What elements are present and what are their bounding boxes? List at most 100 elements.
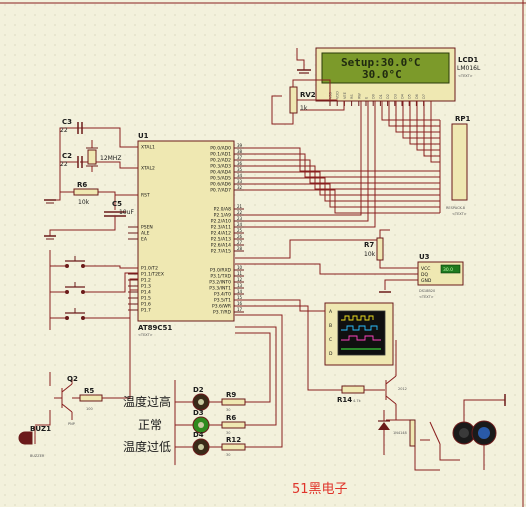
button-1[interactable] <box>65 256 85 268</box>
mcu-left-pin-label: PSEN <box>141 225 153 231</box>
led-ref: D3 <box>193 409 204 417</box>
mcu-right-pin-label: P3.0/RXD <box>210 268 232 274</box>
mcu-left-pin-label: ALE <box>141 231 150 237</box>
indicator-leds[interactable]: D2R930温度过高D3R630正常D4R1230温度过低 <box>123 314 283 465</box>
scope-ch-d: D <box>329 351 333 357</box>
mcu-pin-number: 28 <box>237 246 243 251</box>
mcu-left-pin-label: RST <box>141 193 150 199</box>
lcd-module[interactable]: Setup:30.0°C 30.0°C LCD1 LM016L <TEXT> V… <box>315 47 481 106</box>
r7-value: 10k <box>364 251 376 258</box>
mcu-pin-number: 12 <box>237 277 243 282</box>
led-ref: D2 <box>193 386 204 394</box>
mcu-text-tag: <TEXT> <box>138 333 153 337</box>
r14-ref: R14 <box>337 396 352 404</box>
mcu-pin-number: 14 <box>237 289 243 294</box>
c3-value: 22 <box>60 127 68 134</box>
q2-model: PNP <box>68 422 75 426</box>
mcu-right-pin-label: P3.6/WR <box>212 304 231 310</box>
mcu-right-pin-label: P2.4/A12 <box>211 231 231 237</box>
mcu-pin-number: 22 <box>237 210 243 215</box>
mcu-at89c51[interactable]: U1 AT89C51 <TEXT> XTAL1 XTAL2 RST PSENALEEA… <box>128 132 244 337</box>
led-indicator-1[interactable]: D2 R9 30 温度过高 <box>123 386 246 412</box>
mcu-pin-number: 35 <box>237 167 243 172</box>
buzzer-driver[interactable]: Q2 PNP R5 100 BUZ1 BUZZER <box>18 289 138 458</box>
lcd-pin-label: D1 <box>379 94 383 99</box>
r6-reset-value: 10k <box>78 199 90 206</box>
mcu-left-pin-label: P1.1/T2EX <box>141 272 164 278</box>
mcu-right-pin-label: P2.0/A8 <box>214 207 231 213</box>
c3-ref: C3 <box>62 118 72 126</box>
rp1-resistor-pack[interactable]: RP1 RESPACK-8 <TEXT> <box>446 115 471 216</box>
mcu-right-pin-label: P3.4/T0 <box>214 292 231 298</box>
u3-pin-dq: DQ <box>421 272 428 278</box>
u3-pin-gnd: GND <box>421 278 432 284</box>
rp1-text-tag: <TEXT> <box>452 212 467 216</box>
led-label: 温度过高 <box>123 394 171 409</box>
lcd-pin-label: D7 <box>422 94 426 99</box>
button-3[interactable] <box>65 308 85 320</box>
lcd-pin-label: D4 <box>401 93 405 99</box>
led-resistor-value: 30 <box>226 408 230 412</box>
mcu-right-pin-label: P3.1/TXD <box>210 274 231 280</box>
mcu-pin-number: 27 <box>237 240 243 245</box>
rp1-ref: RP1 <box>455 115 471 123</box>
lcd-pin-label: VEE <box>343 92 347 99</box>
led-lens <box>198 399 204 405</box>
lcd-text-tag: <TEXT> <box>458 74 473 78</box>
crystal-value: 12MHZ <box>100 155 121 162</box>
sensor-display: 30.0 <box>443 267 453 273</box>
lcd-pin-label: D3 <box>393 94 397 99</box>
push-buttons[interactable] <box>49 250 138 330</box>
scope-ch-b: B <box>329 323 332 329</box>
mcu-right-pin-label: P2.1/A9 <box>214 213 231 219</box>
mcu-left-pin-label: P1.2 <box>141 278 151 284</box>
mcu-pin-number: 15 <box>237 295 243 300</box>
mcu-pin-number: 38 <box>237 149 243 154</box>
mcu-right-pin-label: P3.5/T1 <box>214 298 231 304</box>
mcu-pin-number: 34 <box>237 173 243 178</box>
mcu-pin-number: 32 <box>237 185 243 190</box>
u3-pin-vcc: VCC <box>421 266 430 272</box>
r5-ref: R5 <box>84 387 94 395</box>
mcu-pin-number: 25 <box>237 228 243 233</box>
mcu-right-pin-label: P0.5/AD5 <box>210 176 231 182</box>
mcu-left-pin-label: P1.6 <box>141 302 151 308</box>
reset-circuit[interactable]: R6 10k C5 10uF <box>44 181 138 240</box>
oscilloscope[interactable]: A B C D <box>235 299 394 391</box>
c2-value: 22 <box>60 161 68 168</box>
lcd-pin-label: E <box>365 97 369 99</box>
lcd-pin-label: D6 <box>415 94 419 99</box>
lcd-pin-label: RW <box>357 93 361 99</box>
mcu-left-pin-label: XTAL2 <box>141 166 155 172</box>
mcu-left-pin-label: XTAL1 <box>141 145 155 151</box>
u3-model: DS18B20 <box>419 289 435 293</box>
schematic-canvas: Setup:30.0°C 30.0°C LCD1 LM016L <TEXT> V… <box>0 0 526 507</box>
circuit-schematic: Setup:30.0°C 30.0°C LCD1 LM016L <TEXT> V… <box>0 0 526 507</box>
mcu-right-pin-label: P2.2/A10 <box>211 219 231 225</box>
mcu-pin-number: 13 <box>237 283 243 288</box>
mcu-pin-number: 37 <box>237 155 243 160</box>
mcu-pin-number: 17 <box>237 307 243 312</box>
lcd-pin-label: RS <box>350 94 354 99</box>
mcu-right-pin-label: P0.1/AD1 <box>210 152 231 158</box>
mcu-pin-number: 33 <box>237 179 243 184</box>
button-2[interactable] <box>65 282 85 294</box>
led-resistor-ref: R12 <box>226 436 241 444</box>
led-label: 温度过低 <box>123 439 171 454</box>
mcu-right-pin-label: P0.0/AD0 <box>210 146 231 152</box>
q2-ref: Q2 <box>67 375 78 383</box>
mcu-left-pin-label: P1.3 <box>141 284 151 290</box>
lcd-pin-label: VDD <box>336 91 340 99</box>
led-indicator-2[interactable]: D3 R6 30 正常 <box>138 409 246 435</box>
q1-model: 2012 <box>398 387 407 391</box>
lcd-pin-label: D5 <box>408 94 412 99</box>
r7-ref: R7 <box>364 241 374 249</box>
lcd-pin-label: D0 <box>372 94 376 99</box>
led-resistor <box>221 421 246 429</box>
led-resistor-value: 30 <box>226 453 230 457</box>
ds18b20-sensor[interactable]: 30.0 VCC DQ GND U3 DS18B20 <TEXT> R7 10k <box>235 229 464 299</box>
led-label: 正常 <box>138 418 162 432</box>
r5-value: 100 <box>86 407 93 411</box>
c5-value: 10uF <box>119 209 134 216</box>
mcu-right-pin-label: P3.3/INT1 <box>209 286 231 292</box>
